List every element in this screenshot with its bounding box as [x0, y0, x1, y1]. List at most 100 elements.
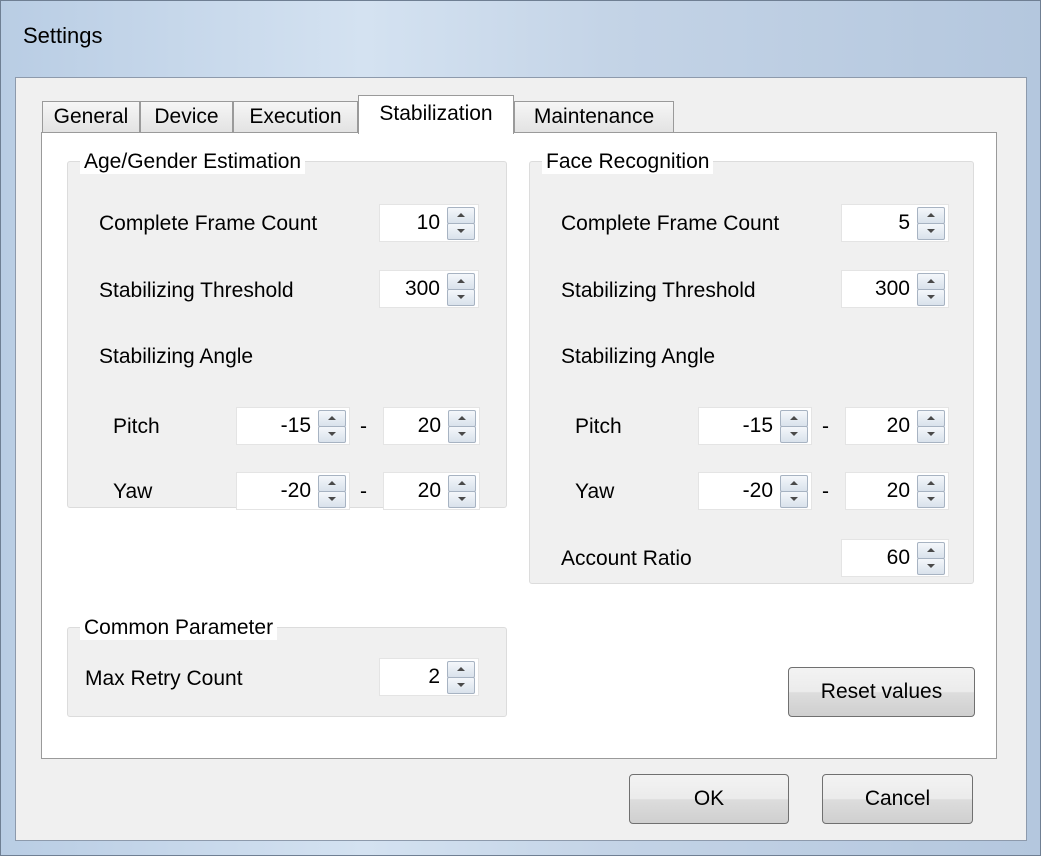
fr-account-ratio-label: Account Ratio: [561, 547, 692, 570]
max-retry-count-spinner[interactable]: 2: [379, 658, 479, 696]
spinner-buttons: [917, 273, 945, 306]
ag-complete-frame-count-spinner[interactable]: 10: [379, 204, 479, 242]
spinner-buttons: [318, 410, 346, 443]
spin-down-icon[interactable]: [780, 491, 808, 508]
spinner-buttons: [447, 661, 475, 694]
fr-pitch-max-value[interactable]: 20: [887, 408, 910, 444]
spinner-buttons: [448, 475, 476, 508]
spin-down-icon[interactable]: [447, 677, 475, 694]
tab-device[interactable]: Device: [140, 101, 233, 133]
spinner-buttons: [917, 207, 945, 240]
face-recognition-title: Face Recognition: [542, 150, 714, 174]
spin-up-icon[interactable]: [780, 475, 808, 492]
spin-down-icon[interactable]: [917, 558, 945, 575]
fr-yaw-label: Yaw: [575, 480, 615, 503]
ag-pitch-max-spinner[interactable]: 20: [383, 407, 480, 445]
spin-up-icon[interactable]: [447, 273, 475, 290]
spin-up-icon[interactable]: [318, 475, 346, 492]
fr-yaw-max-spinner[interactable]: 20: [845, 472, 949, 510]
age-gender-group: Age/Gender Estimation Complete Frame Cou…: [67, 150, 507, 510]
spinner-buttons: [447, 273, 475, 306]
fr-stabilizing-angle-label: Stabilizing Angle: [561, 345, 716, 368]
fr-pitch-min-spinner[interactable]: -15: [698, 407, 812, 445]
spin-down-icon[interactable]: [780, 426, 808, 443]
ag-stabilizing-threshold-spinner[interactable]: 300: [379, 270, 479, 308]
ag-pitch-min-spinner[interactable]: -15: [236, 407, 350, 445]
ag-stabilizing-angle-label: Stabilizing Angle: [99, 345, 254, 368]
tab-general[interactable]: General: [42, 101, 140, 133]
settings-window: Settings General Device Execution Stabil…: [0, 0, 1041, 856]
ag-stabilizing-threshold-value[interactable]: 300: [405, 271, 440, 307]
reset-values-button[interactable]: Reset values: [788, 667, 975, 717]
tab-stabilization[interactable]: Stabilization: [358, 95, 514, 134]
spin-up-icon[interactable]: [447, 661, 475, 678]
spin-up-icon[interactable]: [448, 410, 476, 427]
tab-maintenance[interactable]: Maintenance: [514, 101, 674, 133]
fr-pitch-max-spinner[interactable]: 20: [845, 407, 949, 445]
fr-account-ratio-value[interactable]: 60: [887, 540, 910, 576]
ag-pitch-min-value[interactable]: -15: [281, 408, 311, 444]
fr-yaw-range-separator: -: [822, 480, 829, 503]
common-parameter-title: Common Parameter: [80, 616, 278, 640]
fr-account-ratio-spinner[interactable]: 60: [841, 539, 949, 577]
fr-complete-frame-count-label: Complete Frame Count: [561, 212, 780, 235]
fr-yaw-max-value[interactable]: 20: [887, 473, 910, 509]
ag-complete-frame-count-value[interactable]: 10: [417, 205, 440, 241]
age-gender-title: Age/Gender Estimation: [80, 150, 306, 174]
spin-down-icon[interactable]: [917, 223, 945, 240]
ag-yaw-min-value[interactable]: -20: [281, 473, 311, 509]
fr-pitch-range-separator: -: [822, 415, 829, 438]
spinner-buttons: [318, 475, 346, 508]
spin-up-icon[interactable]: [447, 207, 475, 224]
spin-down-icon[interactable]: [917, 491, 945, 508]
ok-button[interactable]: OK: [629, 774, 789, 824]
ag-yaw-max-spinner[interactable]: 20: [383, 472, 480, 510]
ag-stabilizing-threshold-label: Stabilizing Threshold: [99, 279, 294, 302]
spin-up-icon[interactable]: [780, 410, 808, 427]
spin-up-icon[interactable]: [917, 207, 945, 224]
spin-down-icon[interactable]: [447, 289, 475, 306]
ag-yaw-min-spinner[interactable]: -20: [236, 472, 350, 510]
spinner-buttons: [447, 207, 475, 240]
ag-pitch-max-value[interactable]: 20: [418, 408, 441, 444]
fr-complete-frame-count-spinner[interactable]: 5: [841, 204, 949, 242]
fr-pitch-label: Pitch: [575, 415, 622, 438]
spin-down-icon[interactable]: [917, 426, 945, 443]
spin-up-icon[interactable]: [917, 410, 945, 427]
spinner-buttons: [448, 410, 476, 443]
spinner-buttons: [917, 475, 945, 508]
spin-down-icon[interactable]: [318, 426, 346, 443]
spin-up-icon[interactable]: [448, 475, 476, 492]
tab-execution[interactable]: Execution: [233, 101, 358, 133]
ag-yaw-label: Yaw: [113, 480, 153, 503]
ag-yaw-max-value[interactable]: 20: [418, 473, 441, 509]
spin-up-icon[interactable]: [917, 273, 945, 290]
ag-yaw-range-separator: -: [360, 480, 367, 503]
max-retry-count-label: Max Retry Count: [85, 667, 243, 690]
common-parameter-group: Common Parameter Max Retry Count 2: [67, 616, 507, 717]
ag-pitch-label: Pitch: [113, 415, 160, 438]
fr-stabilizing-threshold-value[interactable]: 300: [875, 271, 910, 307]
title-bar[interactable]: Settings: [1, 1, 1040, 77]
window-title: Settings: [23, 23, 103, 48]
fr-stabilizing-threshold-spinner[interactable]: 300: [841, 270, 949, 308]
stabilization-panel: Age/Gender Estimation Complete Frame Cou…: [41, 132, 997, 759]
spin-up-icon[interactable]: [917, 542, 945, 559]
fr-complete-frame-count-value[interactable]: 5: [898, 205, 910, 241]
spinner-buttons: [917, 542, 945, 575]
spin-up-icon[interactable]: [917, 475, 945, 492]
fr-pitch-min-value[interactable]: -15: [743, 408, 773, 444]
spin-down-icon[interactable]: [318, 491, 346, 508]
spinner-buttons: [780, 410, 808, 443]
spin-down-icon[interactable]: [448, 491, 476, 508]
spin-down-icon[interactable]: [447, 223, 475, 240]
spin-up-icon[interactable]: [318, 410, 346, 427]
face-recognition-group: Face Recognition Complete Frame Count 5 …: [529, 150, 974, 584]
fr-yaw-min-spinner[interactable]: -20: [698, 472, 812, 510]
ag-complete-frame-count-label: Complete Frame Count: [99, 212, 318, 235]
max-retry-count-value[interactable]: 2: [428, 659, 440, 695]
fr-yaw-min-value[interactable]: -20: [743, 473, 773, 509]
spin-down-icon[interactable]: [917, 289, 945, 306]
spin-down-icon[interactable]: [448, 426, 476, 443]
cancel-button[interactable]: Cancel: [822, 774, 973, 824]
